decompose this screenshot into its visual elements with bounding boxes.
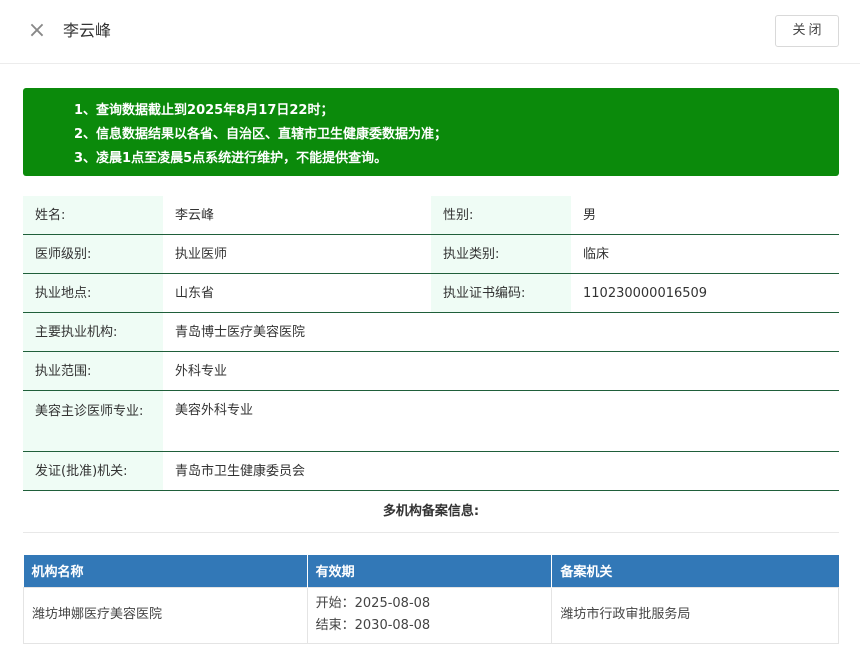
notice-line: 1、查询数据截止到2025年8月17日22时； bbox=[74, 103, 334, 118]
notice-banner: 1、查询数据截止到2025年8月17日22时； 2、信息数据结果以各省、自治区、… bbox=[23, 88, 839, 176]
doctor-info-table: 姓名: 李云峰 性别: 男 医师级别: 执业医师 执业类别: 临床 执业地点: … bbox=[23, 196, 839, 491]
row-institution: 潍坊坤娜医疗美容医院 bbox=[23, 586, 308, 644]
info-row: 医师级别: 执业医师 执业类别: 临床 bbox=[23, 235, 839, 274]
column-header-authority: 备案机关 bbox=[551, 555, 839, 587]
gender-label: 性别: bbox=[431, 196, 571, 234]
table-row: 潍坊坤娜医疗美容医院 开始：2025-08-08 结束：2030-08-08 潍… bbox=[23, 586, 839, 644]
dialog-title: 李云峰 bbox=[63, 21, 112, 40]
validity-end: 结束：2030-08-08 bbox=[315, 618, 431, 633]
location-value: 山东省 bbox=[175, 286, 215, 301]
column-header-validity: 有效期 bbox=[307, 555, 553, 587]
multi-registration-title: 多机构备案信息: bbox=[23, 491, 839, 533]
scope-value: 外科专业 bbox=[175, 364, 228, 379]
category-value: 临床 bbox=[583, 247, 610, 262]
info-row: 主要执业机构: 青岛博士医疗美容医院 bbox=[23, 313, 839, 352]
info-row: 执业地点: 山东省 执业证书编码: 110230000016509 bbox=[23, 274, 839, 313]
institution-value: 青岛博士医疗美容医院 bbox=[175, 325, 306, 340]
level-value: 执业医师 bbox=[175, 247, 228, 262]
notice-line: 3、凌晨1点至凌晨5点系统进行维护，不能提供查询。 bbox=[74, 151, 388, 166]
cert-value: 110230000016509 bbox=[583, 286, 708, 301]
issuer-value: 青岛市卫生健康委员会 bbox=[175, 464, 306, 479]
notice-line: 2、信息数据结果以各省、自治区、直辖市卫生健康委数据为准； bbox=[74, 127, 448, 142]
table-header-row: 机构名称 有效期 备案机关 bbox=[23, 555, 839, 587]
issuer-label: 发证(批准)机关: bbox=[23, 452, 163, 490]
level-label: 医师级别: bbox=[23, 235, 163, 273]
info-row: 发证(批准)机关: 青岛市卫生健康委员会 bbox=[23, 452, 839, 491]
gender-value: 男 bbox=[583, 208, 597, 223]
info-row: 美容主诊医师专业: 美容外科专业 bbox=[23, 391, 839, 452]
close-button[interactable]: 关闭 bbox=[775, 15, 839, 47]
institution-label: 主要执业机构: bbox=[23, 313, 163, 351]
registration-table: 机构名称 有效期 备案机关 潍坊坤娜医疗美容医院 开始：2025-08-08 结… bbox=[23, 555, 839, 644]
info-row: 姓名: 李云峰 性别: 男 bbox=[23, 196, 839, 235]
cosmetic-value: 美容外科专业 bbox=[175, 403, 254, 418]
name-value: 李云峰 bbox=[175, 208, 215, 223]
validity-start: 开始：2025-08-08 bbox=[315, 596, 431, 611]
dialog-header: × 李云峰 关闭 bbox=[0, 0, 860, 64]
close-icon[interactable]: × bbox=[27, 20, 47, 42]
row-validity: 开始：2025-08-08 结束：2030-08-08 bbox=[306, 586, 553, 644]
category-label: 执业类别: bbox=[431, 235, 571, 273]
column-header-institution: 机构名称 bbox=[23, 555, 308, 587]
info-row: 执业范围: 外科专业 bbox=[23, 352, 839, 391]
cert-label: 执业证书编码: bbox=[431, 274, 571, 312]
location-label: 执业地点: bbox=[23, 274, 163, 312]
scope-label: 执业范围: bbox=[23, 352, 163, 390]
row-authority: 潍坊市行政审批服务局 bbox=[551, 586, 839, 644]
name-label: 姓名: bbox=[23, 196, 163, 234]
cosmetic-label: 美容主诊医师专业: bbox=[23, 391, 163, 451]
